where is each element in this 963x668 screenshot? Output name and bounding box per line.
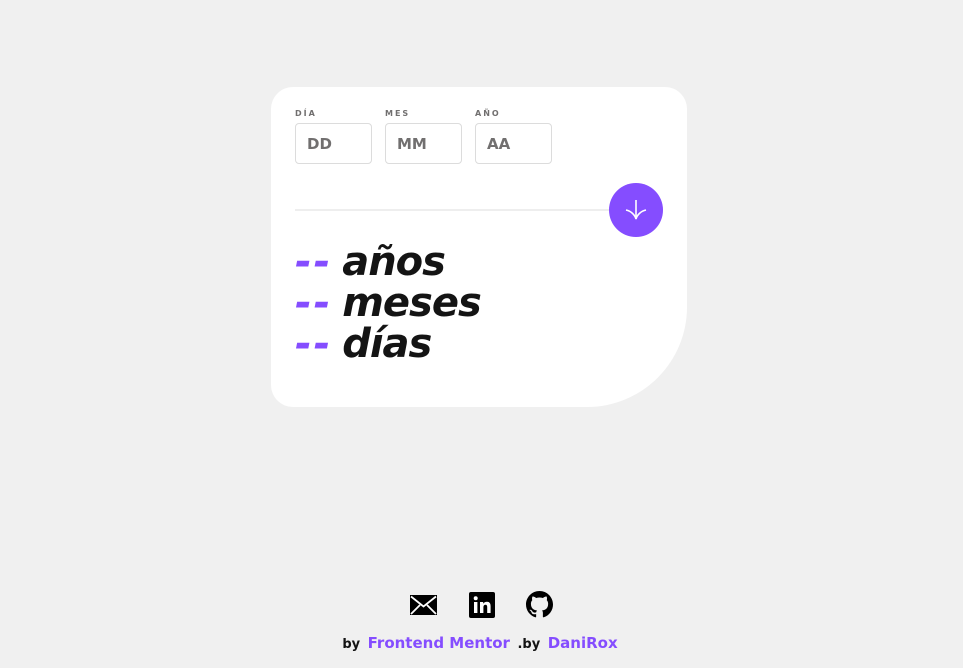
year-field: AÑO [475, 109, 552, 164]
linkedin-icon [468, 591, 495, 618]
year-input[interactable] [475, 123, 552, 164]
age-calculator-card: DÍA MES AÑO --años --meses --días [271, 87, 687, 407]
years-value: -- [295, 239, 333, 285]
result-days: -- días [295, 324, 481, 365]
month-field: MES [385, 109, 462, 164]
submit-button[interactable] [609, 183, 663, 237]
attribution-prefix: by [342, 637, 361, 652]
github-icon [526, 591, 553, 618]
result-months: -- meses [295, 280, 482, 326]
day-input[interactable] [295, 123, 372, 164]
year-label: AÑO [475, 109, 501, 118]
social-links [0, 591, 963, 618]
months-unit: meses [342, 280, 482, 326]
day-field: DÍA [295, 109, 372, 164]
month-input[interactable] [385, 123, 462, 164]
day-label: DÍA [295, 109, 317, 118]
linkedin-link[interactable] [468, 591, 495, 618]
mail-icon [410, 594, 437, 615]
arrow-down-icon [625, 200, 647, 220]
years-unit: años [342, 239, 446, 285]
date-fields: DÍA MES AÑO [295, 109, 552, 164]
attribution-separator: .by [517, 637, 541, 652]
month-label: MES [385, 109, 411, 118]
results: -- años -- meses -- días [295, 242, 482, 365]
divider [295, 209, 635, 211]
github-link[interactable] [526, 591, 553, 618]
days-unit: días [342, 321, 432, 367]
author-link[interactable]: DaniRox [548, 634, 618, 652]
days-value: -- [295, 321, 333, 367]
email-link[interactable] [410, 591, 437, 618]
months-value: -- [295, 280, 333, 326]
attribution: by Frontend Mentor .by DaniRox [0, 634, 963, 652]
result-years: -- años [295, 242, 481, 283]
frontend-mentor-link[interactable]: Frontend Mentor [368, 634, 510, 652]
